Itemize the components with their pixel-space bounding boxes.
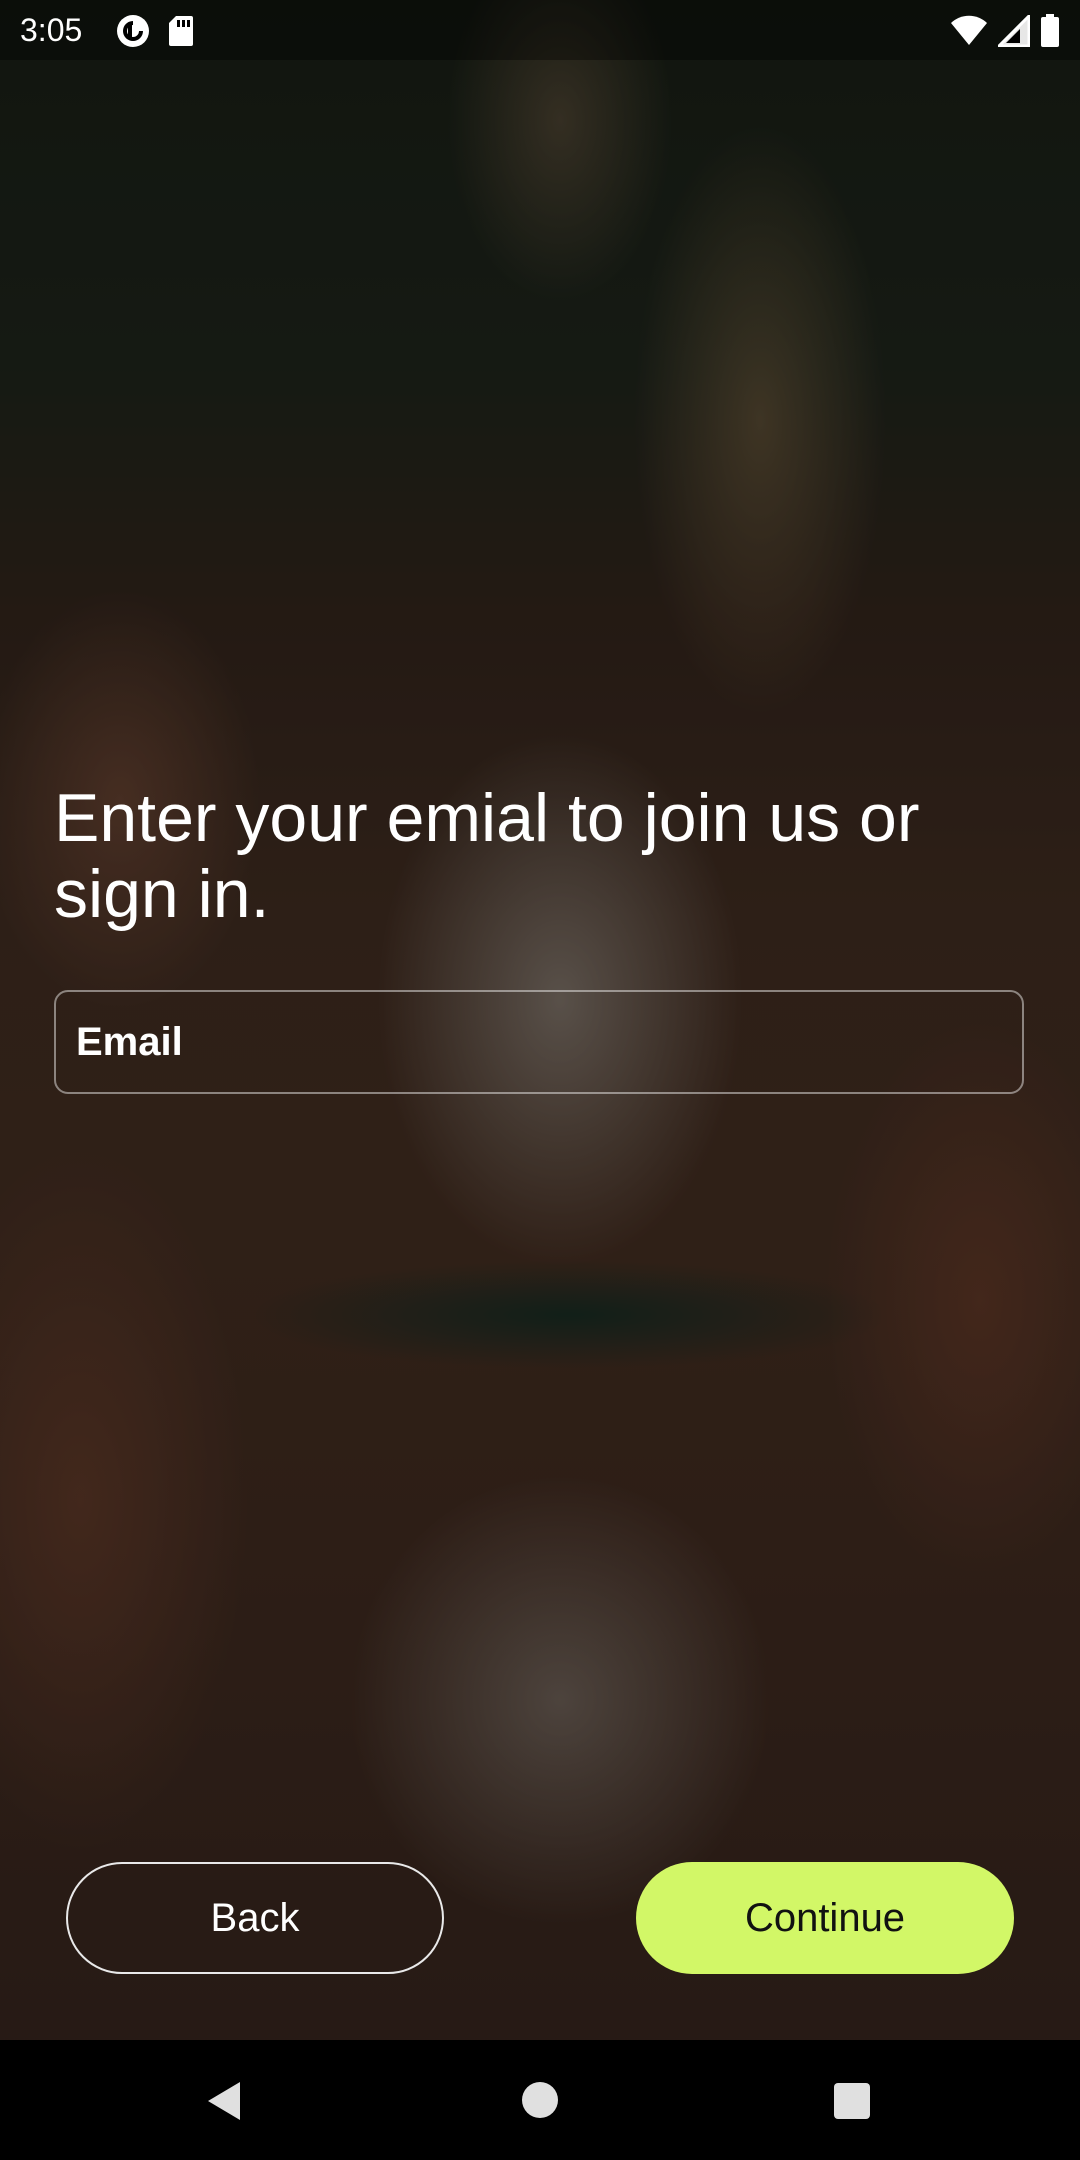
email-field[interactable]: Email [54,990,1024,1094]
status-bar: 3:05 [0,0,1080,60]
email-placeholder: Email [76,1020,183,1064]
sd-card-icon [168,15,194,52]
wifi-icon [950,15,988,52]
continue-button[interactable]: Continue [636,1862,1014,1974]
status-right-icons [950,12,1060,53]
pocket-casts-icon [116,14,150,53]
recents-square-icon[interactable] [834,2083,870,2119]
battery-icon [1040,14,1060,53]
status-time: 3:05 [20,12,83,48]
back-triangle-icon[interactable] [204,2080,244,2127]
back-button[interactable]: Back [66,1862,444,1974]
signin-screen: 3:05 Enter your emial to join us or sign… [0,0,1080,2160]
home-circle-icon[interactable] [522,2082,558,2118]
page-title: Enter your emial to join us or sign in. [54,780,920,932]
navigation-bar [0,2040,1080,2160]
status-left-icons [116,14,194,53]
cellular-signal-icon [995,12,1031,52]
